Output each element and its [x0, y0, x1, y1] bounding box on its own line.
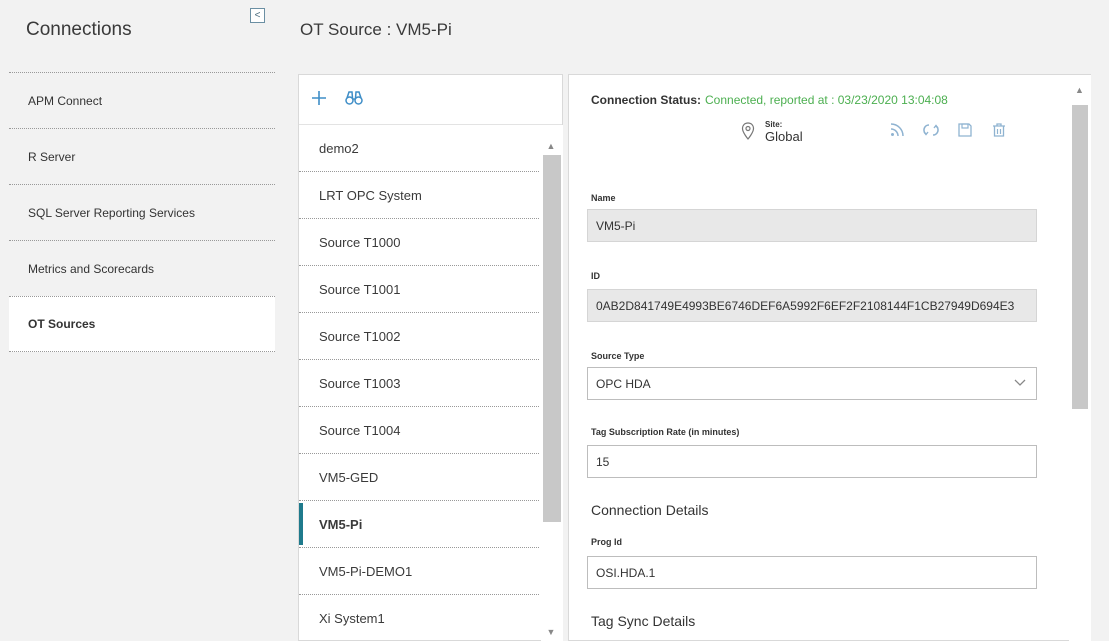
scroll-up-icon[interactable]: ▲ [546, 141, 556, 151]
source-detail-panel: Connection Status: Connected, reported at… [568, 74, 1091, 641]
list-item[interactable]: Source T1000 [299, 219, 539, 266]
page-title: OT Source : VM5-Pi [300, 20, 452, 39]
list-item[interactable]: Source T1004 [299, 407, 539, 454]
tag-rate-label: Tag Subscription Rate (in minutes) [591, 427, 740, 437]
list-toolbar [299, 75, 562, 125]
plus-icon[interactable] [311, 90, 327, 110]
scroll-down-icon[interactable]: ▼ [546, 627, 556, 637]
connection-details-title: Connection Details [591, 502, 709, 518]
scroll-up-icon[interactable]: ▲ [1075, 85, 1084, 95]
binoculars-icon[interactable] [345, 90, 363, 110]
scrollbar-thumb[interactable] [543, 155, 561, 522]
rss-icon[interactable] [889, 123, 905, 139]
list-item[interactable]: Source T1002 [299, 313, 539, 360]
detail-actions [889, 123, 1007, 139]
list-item[interactable]: Source T1001 [299, 266, 539, 313]
scrollbar-thumb[interactable] [1072, 105, 1088, 409]
nav-item-ot-sources[interactable]: OT Sources [9, 296, 275, 352]
source-list: demo2 LRT OPC System Source T1000 Source… [299, 125, 539, 641]
id-field: 0AB2D841749E4993BE6746DEF6A5992F6EF2F210… [587, 289, 1037, 322]
delete-icon[interactable] [991, 123, 1007, 139]
status-label: Connection Status: [591, 93, 701, 107]
refresh-icon[interactable] [923, 123, 939, 139]
chevron-left-icon: < [254, 9, 261, 21]
tag-rate-input[interactable]: 15 [587, 445, 1037, 478]
prog-id-input[interactable]: OSI.HDA.1 [587, 556, 1037, 589]
site-value: Global [765, 128, 803, 144]
list-item[interactable]: Source T1003 [299, 360, 539, 407]
list-item[interactable]: VM5-Pi-DEMO1 [299, 548, 539, 595]
list-item[interactable]: Xi System1 [299, 595, 539, 641]
source-list-panel: demo2 LRT OPC System Source T1000 Source… [298, 74, 563, 641]
nav-item-label: APM Connect [28, 93, 103, 108]
collapse-sidebar-button[interactable]: < [250, 8, 265, 23]
nav-item-label: SQL Server Reporting Services [28, 205, 195, 220]
id-label: ID [591, 271, 600, 281]
list-item[interactable]: demo2 [299, 125, 539, 172]
sidebar: Connections < APM Connect R Server SQL S… [0, 0, 275, 641]
nav-item-r-server[interactable]: R Server [9, 128, 275, 184]
source-type-label: Source Type [591, 351, 645, 361]
site-info: Site: Global [741, 120, 803, 144]
detail-scrollbar[interactable]: ▲ [1069, 75, 1091, 641]
location-pin-icon [741, 122, 755, 140]
chevron-down-icon [1014, 378, 1026, 390]
nav-item-metrics-scorecards[interactable]: Metrics and Scorecards [9, 240, 275, 296]
nav-item-apm-connect[interactable]: APM Connect [9, 72, 275, 128]
list-scrollbar[interactable]: ▲ ▼ [541, 125, 563, 641]
name-label: Name [591, 193, 616, 203]
connection-status: Connection Status: Connected, reported at… [591, 93, 948, 107]
nav-item-label: R Server [28, 149, 76, 164]
source-type-select[interactable]: OPC HDA [587, 367, 1037, 400]
nav-item-sql-server-reporting[interactable]: SQL Server Reporting Services [9, 184, 275, 240]
save-icon[interactable] [957, 123, 973, 139]
prog-id-label: Prog Id [591, 537, 622, 547]
list-item[interactable]: LRT OPC System [299, 172, 539, 219]
list-item-selected[interactable]: VM5-Pi [299, 501, 539, 548]
nav-item-label: Metrics and Scorecards [28, 261, 155, 276]
nav-item-label: OT Sources [28, 317, 96, 331]
list-item[interactable]: VM5-GED [299, 454, 539, 501]
status-value: Connected, reported at : 03/23/2020 13:0… [705, 93, 948, 107]
tag-sync-title: Tag Sync Details [591, 613, 696, 629]
sidebar-title: Connections [26, 19, 132, 40]
connections-nav: APM Connect R Server SQL Server Reportin… [9, 72, 275, 352]
name-field: VM5-Pi [587, 209, 1037, 242]
